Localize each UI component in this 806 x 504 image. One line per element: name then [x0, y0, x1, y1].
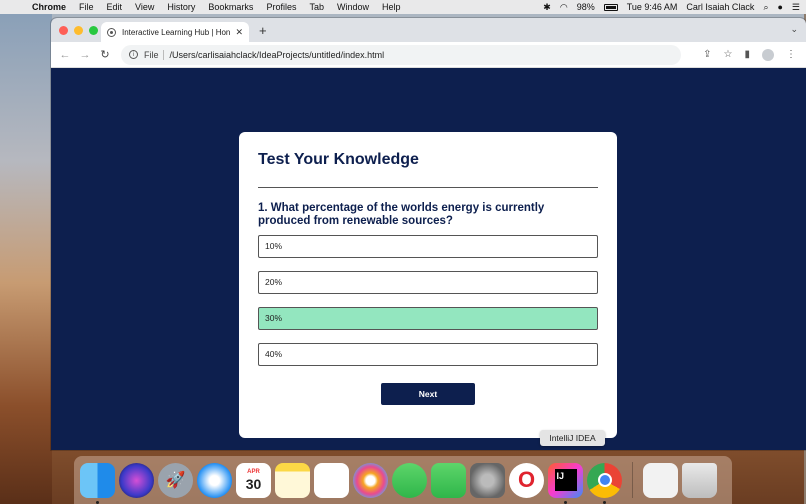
menu-window[interactable]: Window: [337, 2, 369, 12]
dock-tooltip: IntelliJ IDEA: [540, 430, 605, 446]
option-10[interactable]: 10%: [258, 235, 598, 258]
launchpad-icon[interactable]: 🚀: [158, 462, 193, 498]
menu-edit[interactable]: Edit: [107, 2, 123, 12]
status-area: ✱ ◠ 98% Tue 9:46 AM Carl Isaiah Clack ⌕ …: [543, 0, 800, 14]
tab-strip: Interactive Learning Hub | Hon ✕ + ⌄: [51, 18, 806, 42]
close-window-button[interactable]: [59, 26, 68, 35]
browser-window: Interactive Learning Hub | Hon ✕ + ⌄ ← →…: [51, 18, 806, 450]
bookmark-star-icon[interactable]: ☆: [724, 49, 733, 60]
dock: 🚀 APR 30 O IJ: [74, 456, 732, 504]
menu-bar: Chrome File Edit View History Bookmarks …: [0, 0, 806, 14]
page-content: Test Your Knowledge 1. What percentage o…: [51, 68, 806, 450]
siri-icon[interactable]: ●: [777, 2, 782, 12]
finder-icon[interactable]: [80, 462, 115, 504]
menu-profiles[interactable]: Profiles: [266, 2, 296, 12]
window-controls: [59, 26, 98, 35]
minimize-window-button[interactable]: [74, 26, 83, 35]
calendar-icon[interactable]: APR 30: [236, 462, 271, 498]
profile-avatar-icon[interactable]: [762, 48, 774, 61]
messages-icon[interactable]: [392, 462, 427, 498]
browser-toolbar: ← → ↻ i File /Users/carlisaiahclack/Idea…: [51, 42, 806, 68]
notes-icon[interactable]: [275, 462, 310, 498]
toolbar-icons: ⇪ ☆ ▮ ⋮: [703, 48, 806, 61]
quiz-card: Test Your Knowledge 1. What percentage o…: [239, 132, 617, 438]
tab-search-chevron-icon[interactable]: ⌄: [790, 24, 798, 35]
running-indicator: [603, 500, 606, 504]
reminders-icon[interactable]: [314, 462, 349, 498]
back-arrow-icon[interactable]: ←: [55, 49, 75, 61]
running-indicator: [564, 500, 567, 504]
dock-separator: [632, 462, 633, 498]
intellij-logo: IJ: [554, 469, 577, 491]
photos-icon[interactable]: [353, 462, 388, 498]
more-menu-icon[interactable]: ⋮: [786, 49, 796, 60]
control-menu-icon[interactable]: ☰: [792, 2, 800, 13]
title-divider: [258, 187, 598, 188]
address-separator: [162, 49, 164, 60]
option-30[interactable]: 30%: [258, 307, 598, 330]
menu-file[interactable]: File: [79, 2, 94, 12]
forward-arrow-icon[interactable]: →: [75, 49, 95, 61]
file-scheme-label: File: [144, 49, 159, 60]
reload-icon[interactable]: ↻: [95, 48, 115, 61]
tab-active[interactable]: Interactive Learning Hub | Hon ✕: [101, 22, 249, 42]
wifi-icon[interactable]: ◠: [560, 2, 568, 13]
tab-close-icon[interactable]: ✕: [235, 27, 243, 38]
url-text[interactable]: /Users/carlisaiahclack/IdeaProjects/unti…: [170, 50, 385, 60]
quiz-title: Test Your Knowledge: [258, 151, 419, 168]
bluetooth-icon[interactable]: ✱: [543, 2, 551, 13]
new-tab-icon[interactable]: +: [259, 23, 267, 38]
calendar-day: 30: [245, 475, 262, 492]
intellij-idea-icon[interactable]: IJ: [548, 462, 583, 504]
tab-title: Interactive Learning Hub | Hon: [122, 27, 231, 37]
address-bar[interactable]: i File /Users/carlisaiahclack/IdeaProjec…: [121, 44, 681, 65]
side-panel-icon[interactable]: ▮: [744, 49, 750, 60]
trash-icon[interactable]: [682, 462, 717, 498]
options-list: 10% 20% 30% 40%: [258, 235, 598, 366]
system-preferences-icon[interactable]: [470, 462, 505, 498]
siri-app-icon[interactable]: [119, 462, 154, 498]
desktop-wallpaper: [0, 14, 52, 504]
menu-tab[interactable]: Tab: [309, 2, 324, 12]
battery-percent[interactable]: 98%: [577, 2, 595, 12]
share-icon[interactable]: ⇪: [703, 49, 711, 60]
chrome-icon[interactable]: [587, 462, 622, 504]
zoom-window-button[interactable]: [89, 26, 98, 35]
globe-icon: [107, 27, 116, 37]
menu-bookmarks[interactable]: Bookmarks: [208, 2, 253, 12]
option-20[interactable]: 20%: [258, 271, 598, 294]
calendar-month: APR: [247, 468, 260, 475]
question-text: 1. What percentage of the worlds energy …: [258, 202, 545, 227]
facetime-icon[interactable]: [431, 462, 466, 498]
menu-history[interactable]: History: [167, 2, 195, 12]
spotlight-search-icon[interactable]: ⌕: [763, 2, 768, 13]
info-icon[interactable]: i: [129, 50, 138, 59]
safari-icon[interactable]: [197, 462, 232, 498]
menu-help[interactable]: Help: [382, 2, 401, 12]
menu-app-name[interactable]: Chrome: [32, 2, 66, 12]
running-indicator: [96, 500, 99, 504]
chrome-center: [597, 473, 612, 487]
menu-view[interactable]: View: [135, 2, 154, 12]
battery-icon[interactable]: [603, 3, 618, 11]
clock[interactable]: Tue 9:46 AM: [627, 2, 678, 12]
document-icon[interactable]: [643, 462, 678, 498]
option-40[interactable]: 40%: [258, 343, 598, 366]
opera-icon[interactable]: O: [509, 462, 544, 498]
user-name[interactable]: Carl Isaiah Clack: [686, 2, 754, 12]
next-button[interactable]: Next: [381, 383, 475, 405]
